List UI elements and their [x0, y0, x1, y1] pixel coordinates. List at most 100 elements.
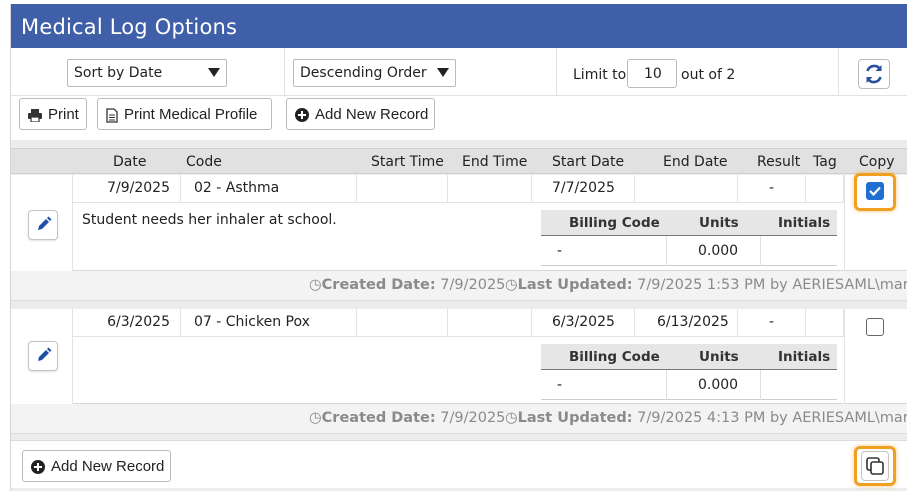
updated-value: 7/9/2025 1:53 PM by AERIESAML\mariec: [637, 277, 907, 293]
divider: [666, 236, 667, 266]
clock-icon: ◷: [309, 277, 322, 293]
table-row: 6/3/2025 07 - Chicken Pox 6/3/2025 6/13/…: [11, 309, 907, 404]
date-cell: 6/3/2025: [73, 309, 181, 337]
date-value: 7/9/2025: [107, 180, 170, 196]
result-value: -: [768, 180, 775, 196]
result-cell: -: [738, 309, 806, 337]
col-end-date: End Date: [663, 154, 728, 170]
col-copy: Copy: [859, 154, 895, 170]
print-button[interactable]: Print: [19, 98, 87, 130]
initials-header: Initials: [778, 349, 831, 365]
refresh-button[interactable]: [858, 59, 890, 89]
copy-records-button[interactable]: [861, 451, 889, 481]
created-date: ◷Created Date: 7/9/2025: [309, 410, 505, 426]
records-table: Date Code Start Time End Time Start Date…: [11, 140, 907, 491]
created-value: 7/9/2025: [440, 410, 506, 426]
billing-code-value: -: [557, 243, 563, 259]
print-label: Print: [48, 106, 79, 123]
add-new-record-label: Add New Record: [51, 458, 165, 475]
created-value: 7/9/2025: [440, 277, 506, 293]
add-new-record-button[interactable]: Add New Record: [286, 98, 435, 130]
end-date-value: 6/13/2025: [657, 314, 729, 330]
end-time-cell: [448, 175, 532, 203]
toolbar: Print Print Medical Profile Add New Reco…: [11, 96, 907, 140]
add-new-record-button[interactable]: Add New Record: [22, 450, 171, 482]
panel-title: Medical Log Options: [11, 4, 907, 48]
divider: [666, 370, 667, 400]
edit-button[interactable]: [28, 210, 58, 240]
order-value: Descending Order: [300, 65, 427, 81]
updated-label: Last Updated:: [517, 277, 633, 293]
billing-row: - 0.000: [541, 370, 837, 400]
limit-input[interactable]: 10: [627, 59, 677, 88]
pencil-icon: [38, 216, 52, 230]
clock-icon: ◷: [505, 410, 518, 426]
copy-checkbox[interactable]: [866, 182, 884, 200]
col-tag: Tag: [813, 154, 837, 170]
order-select[interactable]: Descending Order: [293, 59, 456, 87]
code-value: 07 - Chicken Pox: [194, 314, 310, 330]
pencil-icon: [38, 347, 52, 361]
end-time-cell: [448, 309, 532, 337]
start-time-cell: [357, 309, 448, 337]
checkmark-icon: [869, 186, 881, 197]
add-new-record-label: Add New Record: [315, 106, 429, 123]
edit-cell: [11, 175, 73, 271]
end-date-cell: [635, 175, 738, 203]
copy-checkbox[interactable]: [866, 318, 884, 336]
refresh-icon: [866, 64, 882, 84]
result-cell: -: [738, 175, 806, 203]
billing-header: Billing Code Units Initials: [541, 344, 837, 370]
col-date: Date: [113, 154, 147, 170]
billing-code-value: -: [557, 377, 563, 393]
start-date-cell: 6/3/2025: [532, 309, 635, 337]
table-header: Date Code Start Time End Time Start Date…: [11, 148, 907, 174]
units-header: Units: [699, 349, 739, 365]
divider: [838, 48, 839, 96]
col-start-date: Start Date: [552, 154, 625, 170]
tag-cell: [806, 309, 844, 337]
code-cell: 07 - Chicken Pox: [181, 309, 357, 337]
printer-icon: [28, 108, 42, 122]
print-medical-profile-label: Print Medical Profile: [124, 106, 258, 123]
date-value: 6/3/2025: [107, 314, 170, 330]
billing-table: Billing Code Units Initials - 0.000: [541, 344, 837, 400]
limit-out-of: out of 2: [681, 67, 736, 83]
code-value: 02 - Asthma: [194, 180, 280, 196]
record-meta: ◷Created Date: 7/9/2025 ◷Last Updated: 7…: [11, 404, 907, 434]
billing-header: Billing Code Units Initials: [541, 210, 837, 236]
last-updated: ◷Last Updated: 7/9/2025 4:13 PM by AERIE…: [505, 410, 907, 426]
divider: [556, 48, 557, 96]
end-date-cell: 6/13/2025: [635, 309, 738, 337]
divider: [760, 236, 761, 266]
options-row: Sort by Date Descending Order Limit to 1…: [11, 48, 907, 96]
date-cell: 7/9/2025: [73, 175, 181, 203]
col-result: Result: [757, 154, 801, 170]
sort-by-value: Sort by Date: [74, 65, 163, 81]
start-time-cell: [357, 175, 448, 203]
result-value: -: [768, 314, 775, 330]
initials-header: Initials: [778, 215, 831, 231]
record-meta: ◷Created Date: 7/9/2025 ◷Last Updated: 7…: [11, 271, 907, 301]
edit-button[interactable]: [28, 341, 58, 371]
tag-cell: [806, 175, 844, 203]
divider: [760, 370, 761, 400]
clock-icon: ◷: [505, 277, 518, 293]
billing-row: - 0.000: [541, 236, 837, 266]
table-footer: Add New Record: [11, 440, 907, 488]
units-header: Units: [699, 215, 739, 231]
sort-by-select[interactable]: Sort by Date: [67, 59, 227, 87]
created-label: Created Date:: [321, 277, 436, 293]
col-code: Code: [186, 154, 222, 170]
billing-code-header: Billing Code: [569, 349, 660, 365]
billing-table: Billing Code Units Initials - 0.000: [541, 210, 837, 266]
copy-icon: [866, 457, 884, 475]
chevron-down-icon: [437, 68, 449, 77]
updated-label: Last Updated:: [517, 410, 633, 426]
start-date-value: 6/3/2025: [552, 314, 615, 330]
plus-circle-icon: [295, 108, 309, 123]
limit-label: Limit to: [573, 67, 627, 83]
table-row: 7/9/2025 02 - Asthma 7/7/2025 - Student …: [11, 173, 907, 271]
print-medical-profile-button[interactable]: Print Medical Profile: [97, 98, 272, 130]
record-note: Student needs her inhaler at school.: [82, 212, 337, 228]
